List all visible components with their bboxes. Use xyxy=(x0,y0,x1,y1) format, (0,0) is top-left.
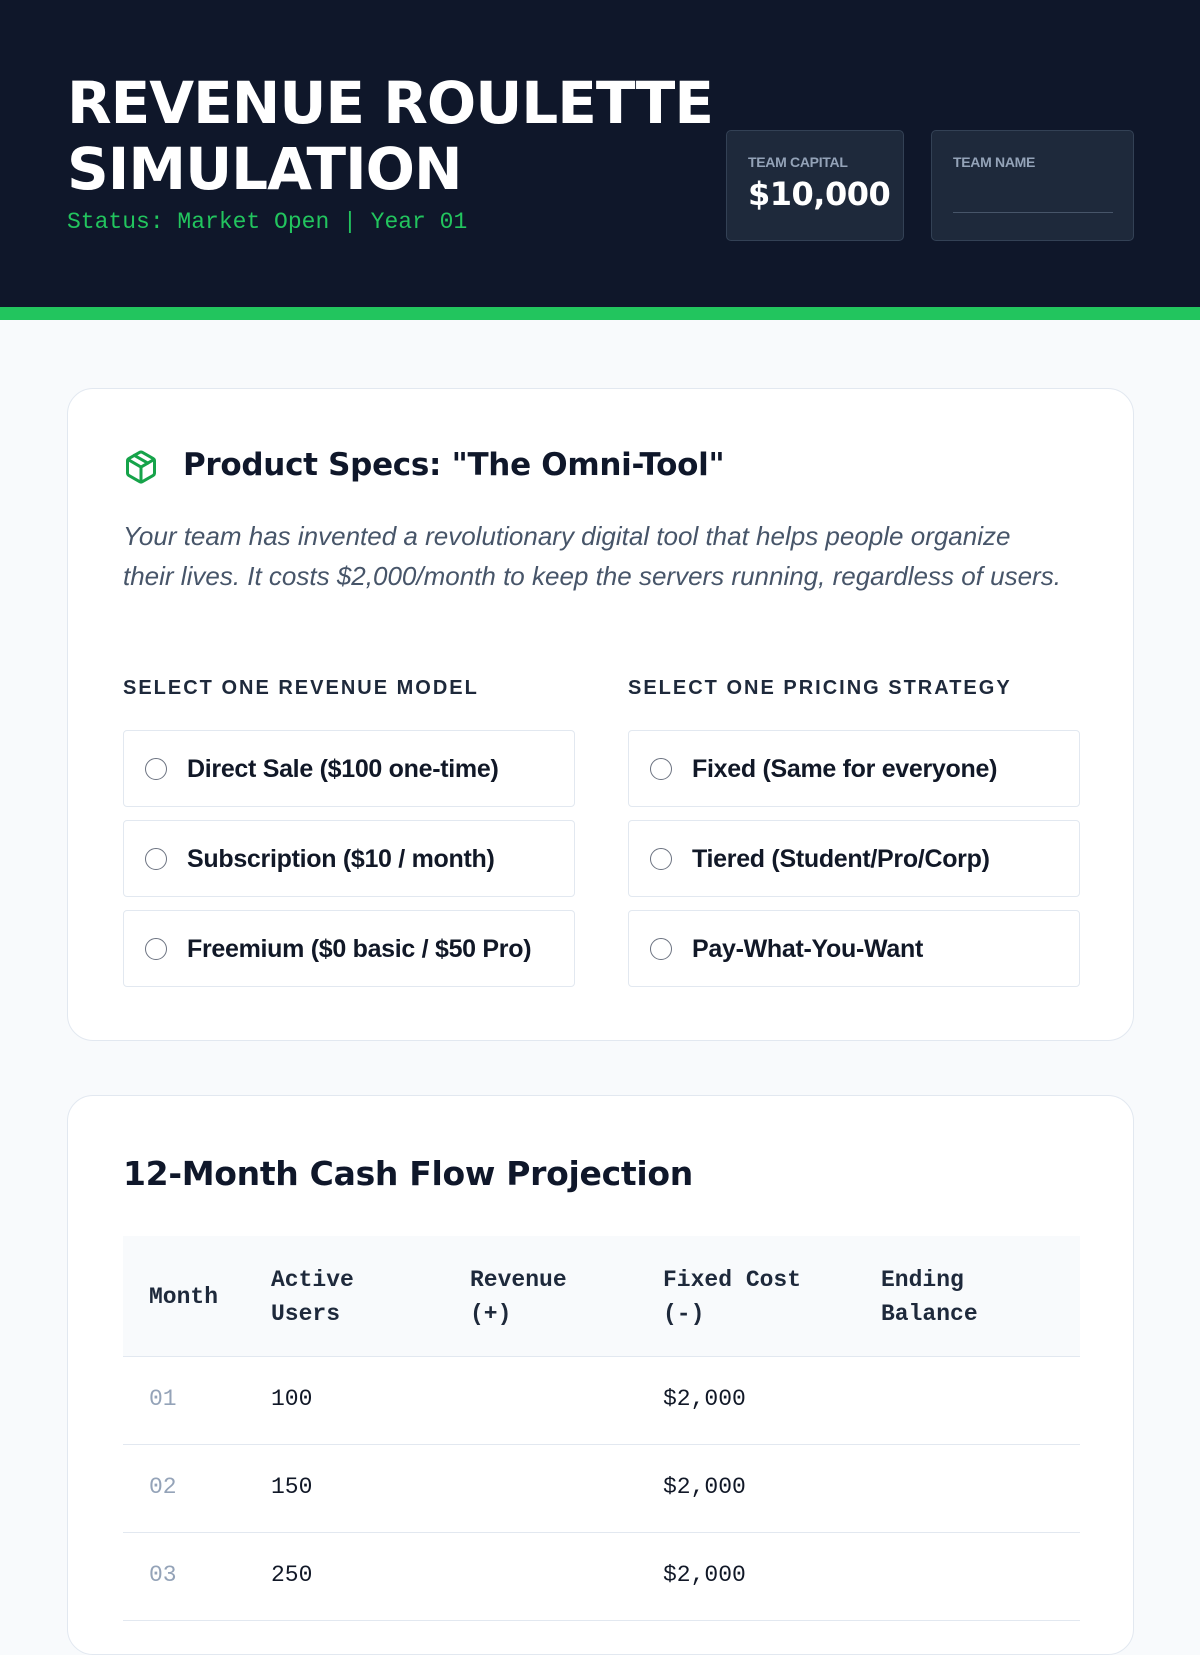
page-title: REVENUE ROULETTE SIMULATION xyxy=(67,69,714,203)
month-cell: 01 xyxy=(149,1386,177,1412)
option-label: Direct Sale ($100 one-time) xyxy=(187,755,499,783)
package-icon xyxy=(123,449,159,485)
fixed-cost-cell: $2,000 xyxy=(663,1474,746,1500)
revenue-option-subscription[interactable]: Subscription ($10 / month) xyxy=(123,820,575,897)
team-capital-card: TEAM CAPITAL $10,000 xyxy=(726,130,904,241)
revenue-option-freemium[interactable]: Freemium ($0 basic / $50 Pro) xyxy=(123,910,575,987)
month-cell: 02 xyxy=(149,1474,177,1500)
pricing-option-fixed[interactable]: Fixed (Same for everyone) xyxy=(628,730,1080,807)
cash-flow-card: 12-Month Cash Flow Projection Month Acti… xyxy=(67,1095,1134,1655)
column-header-active-users: Active Users xyxy=(271,1267,354,1327)
revenue-option-direct-sale[interactable]: Direct Sale ($100 one-time) xyxy=(123,730,575,807)
column-header-revenue: Revenue (+) xyxy=(470,1267,567,1327)
product-specs-card: Product Specs: "The Omni-Tool" Your team… xyxy=(67,388,1134,1041)
table-row: 01 100 $2,000 xyxy=(123,1357,1080,1445)
month-cell: 03 xyxy=(149,1562,177,1588)
pricing-option-tiered[interactable]: Tiered (Student/Pro/Corp) xyxy=(628,820,1080,897)
team-name-input[interactable] xyxy=(953,183,1113,213)
radio-button[interactable] xyxy=(650,758,672,780)
cash-flow-table: Month Active Users Revenue (+) Fixed Cos… xyxy=(123,1236,1080,1621)
table-row: 03 250 $2,000 xyxy=(123,1533,1080,1621)
radio-button[interactable] xyxy=(145,938,167,960)
cash-flow-title: 12-Month Cash Flow Projection xyxy=(123,1154,693,1193)
team-name-card: TEAM NAME xyxy=(931,130,1134,241)
option-label: Freemium ($0 basic / $50 Pro) xyxy=(187,935,532,963)
team-capital-value: $10,000 xyxy=(748,175,891,213)
market-status: Status: Market Open | Year 01 xyxy=(67,209,468,235)
fixed-cost-cell: $2,000 xyxy=(663,1386,746,1412)
users-cell: 250 xyxy=(271,1562,313,1588)
header: REVENUE ROULETTE SIMULATION Status: Mark… xyxy=(0,0,1200,307)
option-label: Pay-What-You-Want xyxy=(692,935,923,963)
header-accent-stripe xyxy=(0,307,1200,320)
radio-button[interactable] xyxy=(650,938,672,960)
option-label: Tiered (Student/Pro/Corp) xyxy=(692,845,990,873)
column-header-ending-balance: Ending Balance xyxy=(881,1267,978,1327)
team-capital-label: TEAM CAPITAL xyxy=(748,154,848,170)
radio-button[interactable] xyxy=(145,848,167,870)
users-cell: 100 xyxy=(271,1386,313,1412)
pricing-strategy-heading: SELECT ONE PRICING STRATEGY xyxy=(628,677,1012,699)
radio-button[interactable] xyxy=(650,848,672,870)
table-header: Month Active Users Revenue (+) Fixed Cos… xyxy=(123,1236,1080,1357)
users-cell: 150 xyxy=(271,1474,313,1500)
option-label: Subscription ($10 / month) xyxy=(187,845,495,873)
radio-button[interactable] xyxy=(145,758,167,780)
product-description: Your team has invented a revolutionary d… xyxy=(123,521,1061,591)
table-row: 02 150 $2,000 xyxy=(123,1445,1080,1533)
pricing-option-pay-what-you-want[interactable]: Pay-What-You-Want xyxy=(628,910,1080,987)
column-header-fixed-cost: Fixed Cost (-) xyxy=(663,1267,802,1327)
team-name-label: TEAM NAME xyxy=(953,154,1036,170)
column-header-month: Month xyxy=(149,1284,219,1310)
option-label: Fixed (Same for everyone) xyxy=(692,755,998,783)
fixed-cost-cell: $2,000 xyxy=(663,1562,746,1588)
revenue-model-heading: SELECT ONE REVENUE MODEL xyxy=(123,677,479,699)
product-title: Product Specs: "The Omni-Tool" xyxy=(183,447,725,483)
